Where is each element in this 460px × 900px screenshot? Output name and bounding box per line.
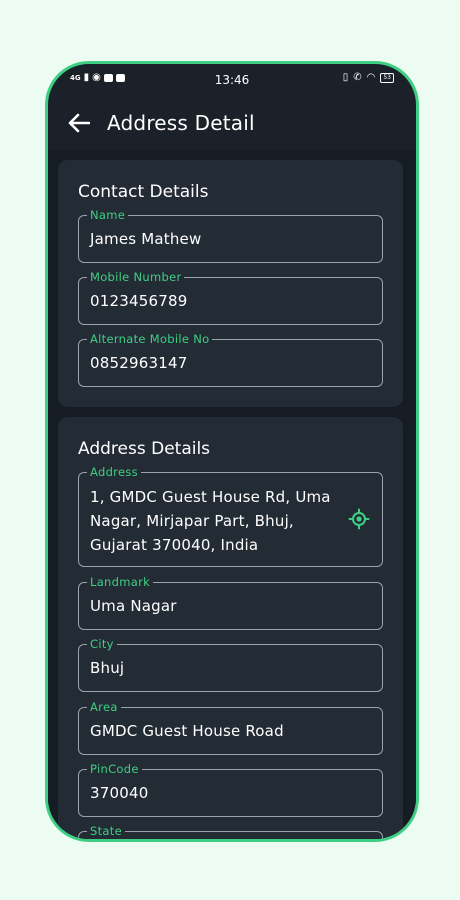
name-field[interactable]: Name James Mathew xyxy=(78,208,383,263)
address-label: Address xyxy=(87,465,141,479)
status-right: ▯ ✆ ◠ 53 xyxy=(343,73,394,83)
state-label: State xyxy=(87,824,125,838)
arrow-left-icon xyxy=(68,113,90,133)
mobile-number-field[interactable]: Mobile Number 0123456789 xyxy=(78,270,383,325)
area-value: GMDC Guest House Road xyxy=(90,722,284,740)
alternate-mobile-label: Alternate Mobile No xyxy=(87,332,213,346)
pincode-value: 370040 xyxy=(90,784,149,802)
area-field[interactable]: Area GMDC Guest House Road xyxy=(78,700,383,755)
content-area: Contact Details Name James Mathew Mobile… xyxy=(48,150,416,839)
phone-frame: 4G ▮ ◉ 13:46 ▯ ✆ ◠ 53 Address Detail Con… xyxy=(45,61,419,842)
city-value: Bhuj xyxy=(90,659,125,677)
name-label: Name xyxy=(87,208,129,222)
city-label: City xyxy=(87,637,117,651)
contact-details-title: Contact Details xyxy=(78,182,209,202)
address-details-title: Address Details xyxy=(78,439,211,459)
wifi-icon: ◠ xyxy=(366,72,376,83)
landmark-label: Landmark xyxy=(87,575,154,589)
wifi-call-icon: ✆ xyxy=(353,72,362,83)
state-field[interactable]: State xyxy=(78,824,383,839)
alternate-mobile-value: 0852963147 xyxy=(90,354,188,372)
mobile-number-label: Mobile Number xyxy=(87,270,185,284)
city-field[interactable]: City Bhuj xyxy=(78,637,383,692)
vibrate-icon: ▯ xyxy=(342,72,349,83)
contact-details-card: Contact Details Name James Mathew Mobile… xyxy=(58,160,403,407)
app-bar: Address Detail xyxy=(48,96,416,150)
address-value: 1, GMDC Guest House Rd, Uma Nagar, Mirja… xyxy=(90,488,331,554)
address-details-card: Address Details Address 1, GMDC Guest Ho… xyxy=(58,417,403,839)
status-bar: 4G ▮ ◉ 13:46 ▯ ✆ ◠ 53 xyxy=(48,64,416,96)
area-label: Area xyxy=(87,700,121,714)
address-field[interactable]: Address 1, GMDC Guest House Rd, Uma Naga… xyxy=(78,465,383,567)
mobile-number-value: 0123456789 xyxy=(90,292,188,310)
page-title: Address Detail xyxy=(107,111,255,135)
back-button[interactable] xyxy=(65,109,93,137)
pincode-field[interactable]: PinCode 370040 xyxy=(78,762,383,817)
battery-icon: 53 xyxy=(380,73,394,83)
alternate-mobile-field[interactable]: Alternate Mobile No 0852963147 xyxy=(78,332,383,387)
name-value: James Mathew xyxy=(90,230,202,248)
pincode-label: PinCode xyxy=(87,762,142,776)
landmark-value: Uma Nagar xyxy=(90,597,177,615)
my-location-icon[interactable] xyxy=(348,508,370,530)
landmark-field[interactable]: Landmark Uma Nagar xyxy=(78,575,383,630)
